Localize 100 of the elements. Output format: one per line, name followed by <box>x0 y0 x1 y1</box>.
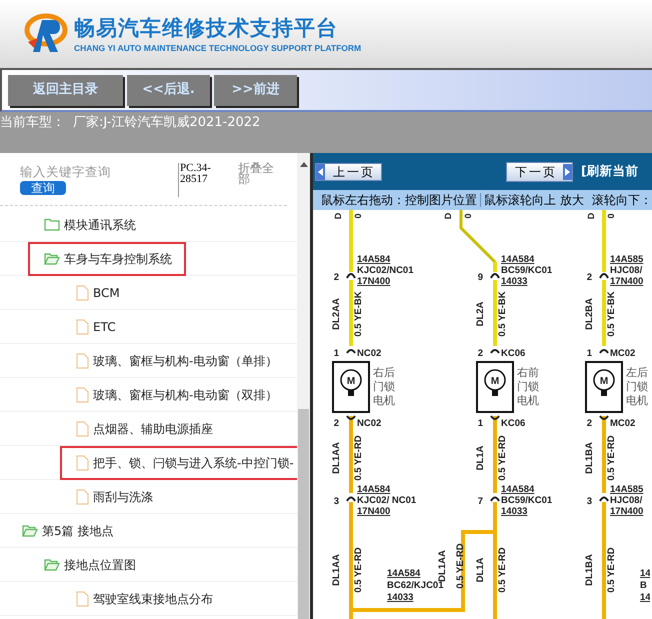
tree-item[interactable]: 车身与车身控制系统 <box>28 242 186 276</box>
connector-icon <box>346 415 356 420</box>
motor-icon <box>484 369 506 396</box>
tree-item[interactable]: 驾驶室线束接地点分布 <box>60 582 227 616</box>
wire-label: DL1AA <box>331 442 342 474</box>
document-icon <box>76 420 89 436</box>
hint-text: 鼠标左右拖动：控制图片位置 <box>321 192 477 209</box>
scroll-up-icon[interactable] <box>300 161 308 167</box>
motor-icon <box>340 369 362 396</box>
wire-label: D <box>333 212 343 220</box>
motor-label: M <box>490 376 500 387</box>
connector-label: BC62/KJC01 <box>387 580 444 591</box>
connector-label: HJC08/ <box>610 265 642 276</box>
connector-icon <box>599 349 609 354</box>
tree-item[interactable]: ETC <box>60 310 130 344</box>
pin-label: NC02 <box>357 348 382 359</box>
wire-label: 0.5 YE-RD <box>353 547 364 593</box>
pin-number: 9 <box>478 272 483 283</box>
pin-number: 1 <box>586 348 592 359</box>
connector-icon <box>490 349 500 354</box>
connector-label: KJC02/NC01 <box>357 265 414 276</box>
pin-label: MC02 <box>610 348 636 359</box>
pin-label: KC06 <box>501 418 526 429</box>
wire-label: 0.5 YE-BK <box>606 291 617 337</box>
open-folder-icon <box>44 252 60 265</box>
component-label: 电机 <box>626 394 648 407</box>
wire-label: D <box>586 212 596 220</box>
wire-label: 0.5 YE-RD <box>497 435 508 481</box>
hint-text: 鼠标滚轮向上 放大 <box>484 192 584 209</box>
wire-label: 0.5 YE-RD <box>353 435 364 481</box>
document-icon <box>76 318 89 334</box>
collapse-all-link[interactable]: 折叠全部 <box>238 163 278 185</box>
wire-label: 0.5 YE-RD <box>455 543 466 589</box>
tree-item[interactable]: 玻璃、窗框与机构-电动窗（双排） <box>60 378 292 412</box>
motor-icon <box>593 369 615 396</box>
connector-label: KJC02/ NC01 <box>357 495 416 506</box>
connector-label: 17N400 <box>357 506 390 517</box>
search-field[interactable]: 输入关键字查询 <box>20 163 170 181</box>
connector-icon <box>490 273 500 278</box>
folder-icon <box>44 218 60 231</box>
wire-label: 0 <box>463 214 473 218</box>
connector-icon <box>599 273 609 278</box>
tree-item[interactable]: BCM <box>60 276 134 310</box>
component-label: 右后 <box>373 366 395 379</box>
pin-label: KC06 <box>501 348 526 359</box>
component-label: 门锁 <box>626 380 648 393</box>
connector-label: 14A584 <box>357 484 390 495</box>
document-icon <box>76 352 89 368</box>
pin-number: 1 <box>478 418 483 429</box>
pin-number: 3 <box>334 496 339 507</box>
open-folder-icon <box>22 524 38 537</box>
pin-number: 2 <box>586 272 592 283</box>
site-subtitle: CHANG YI AUTO MAINTENANCE TECHNOLOGY SUPPORT PLATFORM <box>74 42 362 54</box>
connector-label: 14A584 <box>501 484 534 495</box>
document-icon <box>76 488 89 504</box>
connector-icon <box>599 415 609 420</box>
connector-label: 17N400 <box>610 506 644 517</box>
hint-text: 滚轮向下： <box>592 192 652 209</box>
pin-number: 2 <box>586 418 592 429</box>
next-page-button[interactable]: 下一页 <box>506 162 573 182</box>
document-icon <box>76 284 89 300</box>
component-label: 右前 <box>517 366 539 379</box>
refresh-page-link[interactable]: [刷新当前 <box>581 162 639 181</box>
tree-item[interactable]: 点烟器、辅助电源插座 <box>60 412 227 446</box>
tree-item[interactable]: 把手、锁、闩锁与进入系统-中控门锁- <box>60 446 297 480</box>
motor-label: M <box>600 376 608 387</box>
connector-icon <box>490 496 500 502</box>
wire-label: 0.5 YE-BK <box>353 291 364 337</box>
current-model-value: 厂家:J-江铃汽车凯威2021-2022 <box>73 114 260 132</box>
scrollbar-thumb[interactable] <box>298 409 309 619</box>
pin-label: NC02 <box>357 418 382 429</box>
prev-page-button[interactable]: 上一页 <box>315 162 382 180</box>
connector-label: 14033 <box>501 276 528 287</box>
scrollbar[interactable] <box>297 153 310 619</box>
wire-label: 0.5 YE-RD <box>606 435 617 481</box>
wire-label: D <box>443 212 453 220</box>
pin-number: 3 <box>586 496 592 507</box>
tree-item[interactable]: 接地点位置图 <box>28 548 150 582</box>
search-button[interactable]: 查询 <box>20 181 66 195</box>
wire-label: DL1AA <box>437 550 448 582</box>
tree-item[interactable]: 雨刮与洗涤 <box>60 480 167 514</box>
connector-label: BC59/KC01 <box>501 495 552 506</box>
connector-label: HJC08/ <box>610 495 642 506</box>
document-icon <box>76 590 89 606</box>
wire-label: 0 <box>606 214 616 218</box>
motor-label: M <box>346 376 356 387</box>
connector-icon <box>346 349 356 354</box>
tree-item[interactable]: 第5篇 接地点 <box>6 514 128 548</box>
wire-label: DL1BA <box>584 554 595 586</box>
wire-label: 0.5 YE-RD <box>497 547 508 593</box>
connector-icon <box>490 415 500 420</box>
pin-number: 1 <box>334 348 339 359</box>
component-label: 门锁 <box>373 380 395 393</box>
wire-label: DL1A <box>475 446 486 470</box>
tree-item[interactable]: 玻璃、窗框与机构-电动窗（单排） <box>60 344 292 378</box>
component-label: 左后 <box>626 366 648 379</box>
component-label: 电机 <box>517 394 539 407</box>
tree-item[interactable]: 模块通讯系统 <box>28 208 150 242</box>
connector-label: B <box>640 580 647 591</box>
connector-label: 14A584 <box>357 254 390 265</box>
